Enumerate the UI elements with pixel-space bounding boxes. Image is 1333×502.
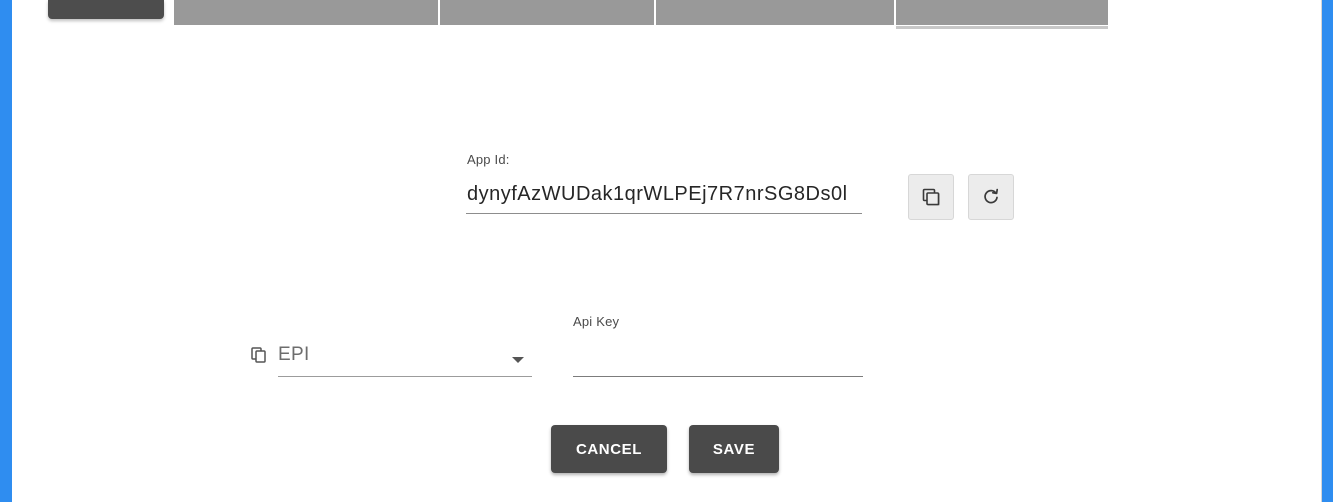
- copy-icon: [251, 347, 266, 363]
- source-select-value: EPI: [278, 344, 310, 365]
- regenerate-app-id-button[interactable]: [968, 174, 1014, 220]
- save-button[interactable]: SAVE: [689, 425, 779, 473]
- settings-panel: App Id: dynyfAzWUDak1qrWLPEj7R7nrSG8Ds0l…: [12, 0, 1322, 502]
- source-select[interactable]: EPI: [278, 338, 532, 377]
- tab-selected-indicator: [896, 26, 1108, 29]
- refresh-icon: [984, 188, 999, 204]
- copy-icon: [922, 188, 940, 206]
- tab-3[interactable]: [656, 0, 894, 25]
- tab-2[interactable]: [440, 0, 654, 25]
- tab-strip: [12, 0, 1112, 30]
- copy-app-id-button[interactable]: [908, 174, 954, 220]
- api-key-label: Api Key: [573, 314, 620, 329]
- app-id-label: App Id:: [467, 152, 510, 167]
- tab-active[interactable]: [48, 0, 164, 19]
- tab-1[interactable]: [174, 0, 438, 25]
- cancel-button[interactable]: CANCEL: [551, 425, 667, 473]
- tab-4[interactable]: [896, 0, 1108, 25]
- api-key-input[interactable]: [573, 338, 863, 377]
- chevron-down-icon: [512, 357, 524, 363]
- app-id-field[interactable]: dynyfAzWUDak1qrWLPEj7R7nrSG8Ds0l: [466, 176, 862, 214]
